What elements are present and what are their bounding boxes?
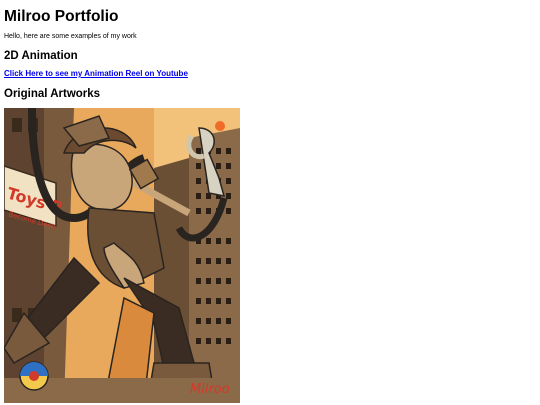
section-heading-artworks: Original Artworks [4, 88, 101, 100]
artwork-image[interactable]: Toys R Become Destr Milroo [4, 108, 240, 403]
intro-text: Hello, here are some examples of my work [4, 33, 137, 40]
animation-reel-link[interactable]: Click Here to see my Animation Reel on Y… [4, 69, 188, 78]
page-title: Milroo Portfolio [4, 8, 119, 25]
artist-signature: Milroo [190, 382, 230, 397]
section-heading-animation: 2D Animation [4, 50, 78, 62]
